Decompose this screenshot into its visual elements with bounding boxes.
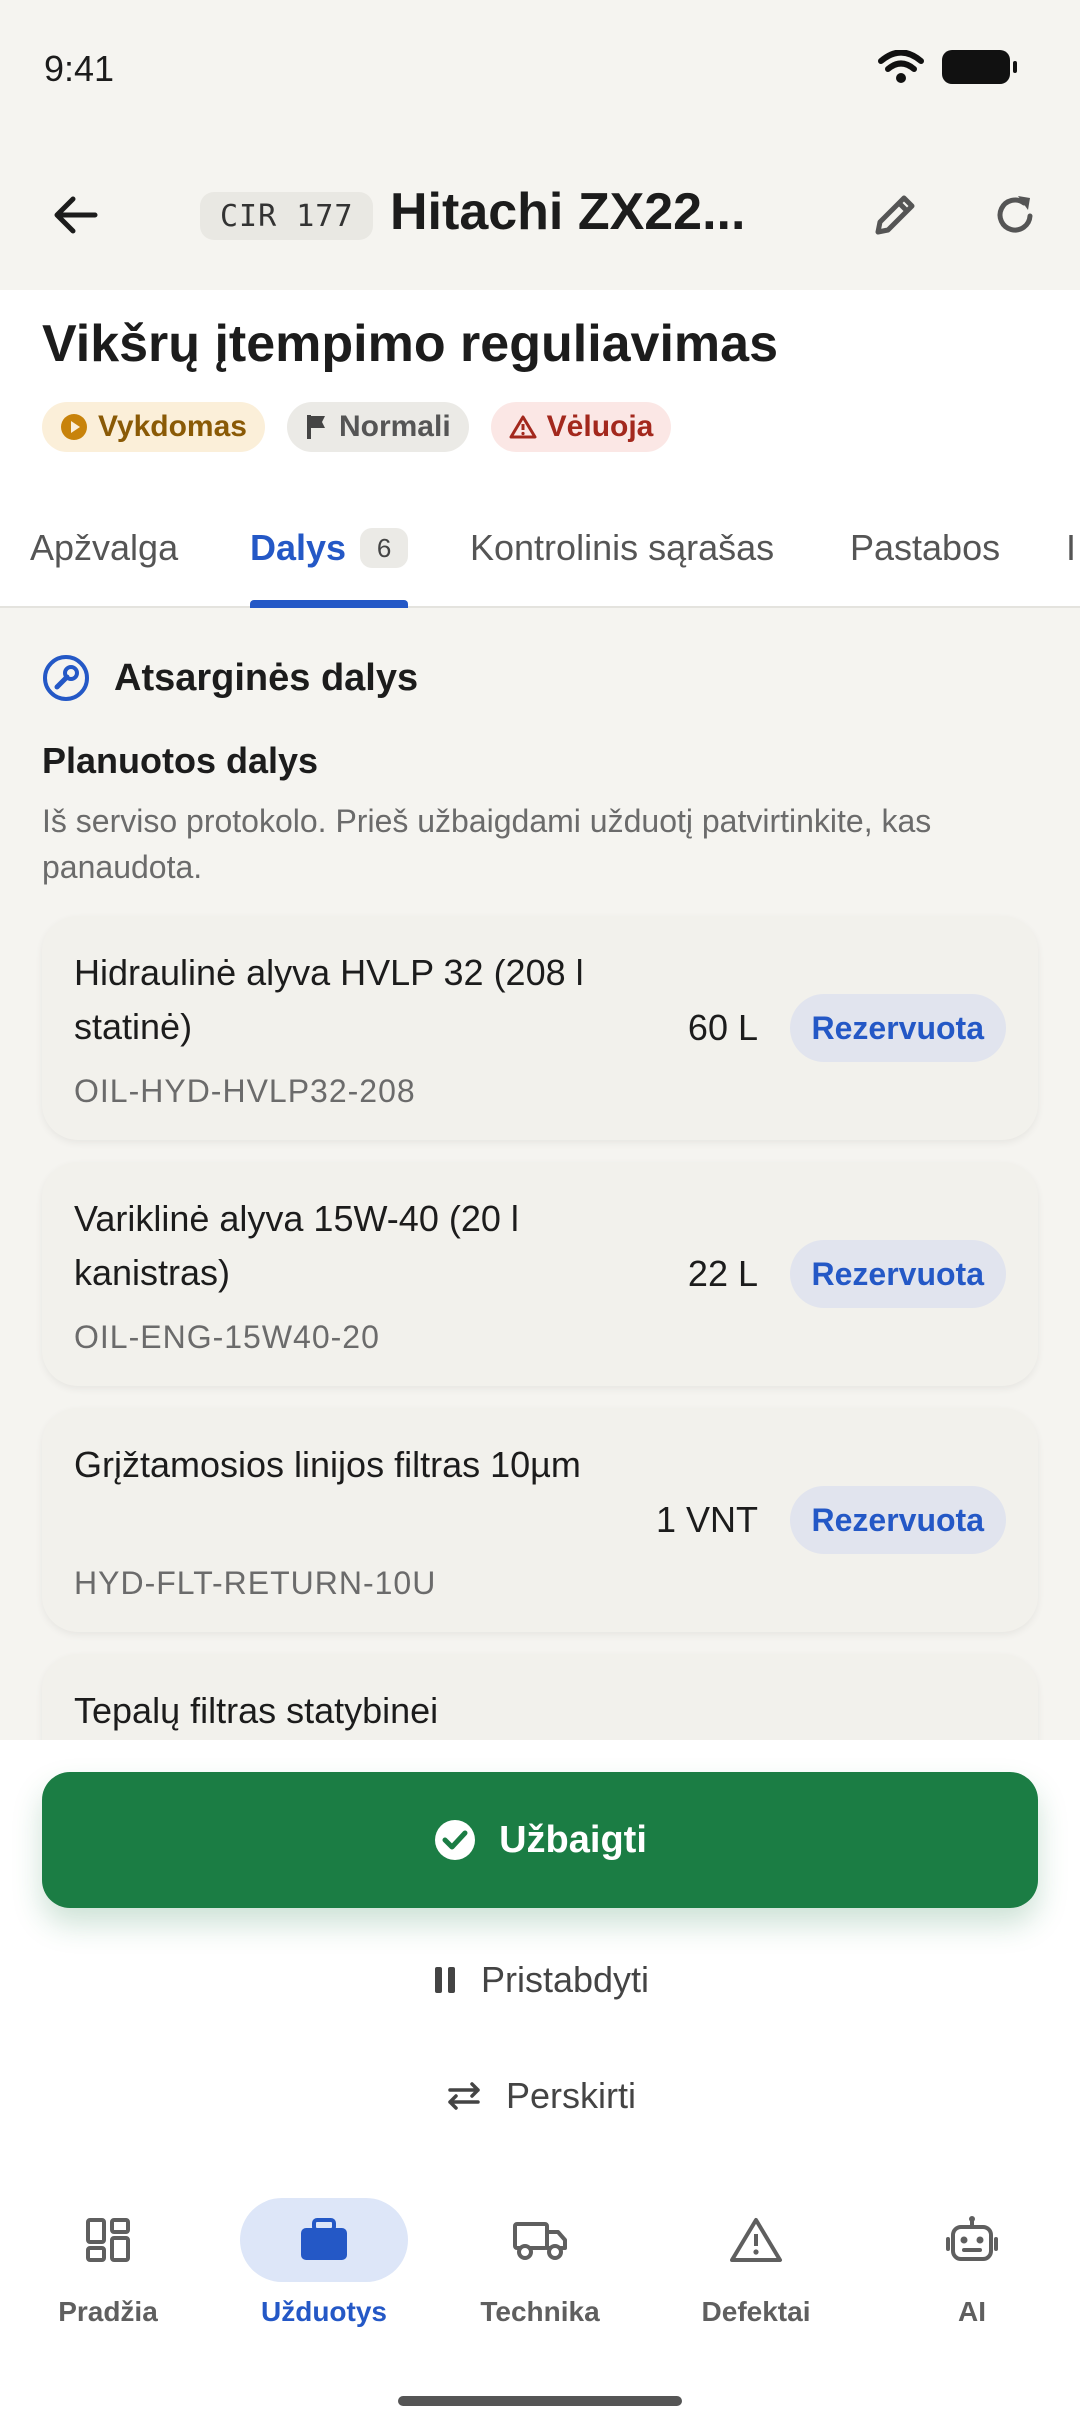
truck-icon [513, 2222, 567, 2260]
tab-notes-label: Pastabos [850, 527, 1001, 568]
nav-label: Pradžia [58, 2296, 158, 2327]
machine-title: Hitachi ZX22... [390, 183, 746, 241]
nav-item-ai[interactable]: AI [864, 2198, 1080, 2328]
part-status-badge: Rezervuota [789, 1240, 1006, 1308]
reassign-button[interactable]: Perskirti [0, 2056, 1080, 2136]
warning-icon [730, 2218, 782, 2262]
briefcase-icon [301, 2218, 347, 2260]
nav-label: Užduotys [261, 2296, 387, 2327]
tab-checklist-label: Kontrolinis sąrašas [470, 527, 775, 568]
nav-item-defects[interactable]: Defektai [648, 2198, 864, 2328]
tab-parts-count: 6 [360, 528, 409, 568]
complete-button-label: Užbaigti [499, 1818, 647, 1861]
parts-content[interactable]: Atsarginės dalys Planuotos dalys Iš serv… [0, 608, 1080, 1740]
part-status-badge: Rezervuota [789, 994, 1006, 1062]
part-name: Hidraulinė alyva HVLP 32 (208 l statinė) [74, 952, 584, 1047]
planned-parts-title: Planuotos dalys [42, 740, 319, 781]
nav-item-tasks[interactable]: Užduotys [216, 2198, 432, 2328]
nav-label: Defektai [701, 2296, 811, 2327]
reassign-button-label: Perskirti [505, 2075, 636, 2116]
robot-icon [946, 2216, 998, 2261]
part-quantity: 60 L [687, 1007, 758, 1048]
part-code: HYD-FLT-RETURN-10U [74, 1565, 437, 1601]
home-indicator [398, 2396, 682, 2406]
tab-checklist[interactable]: Kontrolinis sąrašas [470, 490, 774, 606]
tab-notes[interactable]: Pastabos [850, 490, 1000, 606]
pencil-icon [875, 195, 915, 235]
task-title: Vikšrų įtempimo reguliavimas [42, 315, 778, 373]
tab-more[interactable]: I [1066, 490, 1076, 606]
bottom-navigation: Pradžia Užduotys Technika Defektai AI [0, 2160, 1080, 2424]
part-name: Variklinė alyva 15W-40 (20 l kanistras) [74, 1198, 519, 1293]
nav-icon-wrap [672, 2198, 840, 2282]
swap-arrows-icon [448, 2082, 480, 2110]
planned-parts-description: Iš serviso protokolo. Prieš užbaigdami u… [42, 803, 932, 885]
tab-bar: Apžvalga Dalys 6 Kontrolinis sąrašas Pas… [0, 490, 1080, 608]
status-time: 9:41 [44, 48, 115, 89]
part-status-badge: Rezervuota [789, 1486, 1006, 1554]
part-quantity: 1 VNT [655, 1499, 758, 1540]
late-chip-label: Vėluoja [546, 410, 654, 443]
part-name: Grįžtamosios linijos filtras 10µm [74, 1444, 581, 1485]
battery-icon [942, 50, 1017, 84]
arrow-left-icon [54, 196, 98, 234]
part-card[interactable]: Hidraulinė alyva HVLP 32 (208 l statinė)… [42, 916, 1038, 1140]
flag-icon [306, 415, 325, 439]
nav-icon-wrap [888, 2198, 1056, 2282]
dashboard-icon [86, 2218, 130, 2262]
check-circle-icon [435, 1820, 476, 1860]
nav-label: Technika [480, 2296, 600, 2327]
tab-parts-label: Dalys [250, 527, 347, 568]
active-tab-indicator [250, 600, 408, 608]
part-card[interactable]: Grįžtamosios linijos filtras 10µm HYD-FL… [42, 1408, 1038, 1632]
action-sheet: Užbaigti Pristabdyti Perskirti [0, 1740, 1080, 2160]
part-card[interactable]: Tepalų filtras statybinei [42, 1654, 1038, 1740]
section-header: Atsarginės dalys [42, 654, 418, 702]
wifi-icon [878, 50, 924, 83]
nav-icon-wrap [456, 2198, 624, 2282]
machine-code-badge: CIR 177 [200, 192, 374, 240]
back-button[interactable] [40, 185, 110, 245]
top-app-bar: CIR 177 Hitachi ZX22... [0, 140, 1080, 290]
nav-item-machinery[interactable]: Technika [432, 2198, 648, 2328]
status-chip: Vykdomas [42, 402, 265, 452]
part-name: Tepalų filtras statybinei [74, 1690, 439, 1731]
late-chip: Vėluoja [490, 402, 672, 452]
status-bar: 9:41 [0, 0, 1080, 140]
task-chips: Vykdomas Normali Vėluoja [42, 402, 672, 452]
pause-button-label: Pristabdyti [480, 1959, 650, 2000]
nav-icon-wrap [24, 2198, 192, 2282]
part-code: OIL-HYD-HVLP32-208 [74, 1073, 416, 1109]
part-card[interactable]: Variklinė alyva 15W-40 (20 l kanistras) … [42, 1162, 1038, 1386]
priority-chip: Normali [286, 402, 469, 452]
play-circle-icon [61, 414, 87, 440]
wrench-circle-icon [43, 655, 89, 701]
warning-icon [509, 415, 537, 439]
refresh-button[interactable] [980, 180, 1050, 250]
complete-button[interactable]: Užbaigti [42, 1772, 1038, 1908]
priority-chip-label: Normali [338, 410, 451, 443]
tab-overview[interactable]: Apžvalga [30, 490, 178, 606]
tab-more-label: I [1066, 527, 1077, 568]
part-code: OIL-ENG-15W40-20 [74, 1319, 380, 1355]
part-quantity: 22 L [687, 1253, 758, 1294]
edit-button[interactable] [860, 180, 930, 250]
section-title: Atsarginės dalys [114, 656, 419, 699]
status-icons [878, 50, 1017, 84]
nav-icon-wrap [240, 2198, 408, 2282]
pause-icon [434, 1967, 455, 1993]
tab-parts[interactable]: Dalys 6 [250, 490, 409, 606]
task-header: Vikšrų įtempimo reguliavimas Vykdomas No… [0, 290, 1080, 608]
tab-overview-label: Apžvalga [30, 527, 179, 568]
pause-button[interactable]: Pristabdyti [0, 1940, 1080, 2020]
status-chip-label: Vykdomas [98, 410, 247, 443]
refresh-icon [997, 196, 1033, 233]
nav-item-home[interactable]: Pradžia [0, 2198, 216, 2328]
nav-label: AI [958, 2296, 986, 2327]
